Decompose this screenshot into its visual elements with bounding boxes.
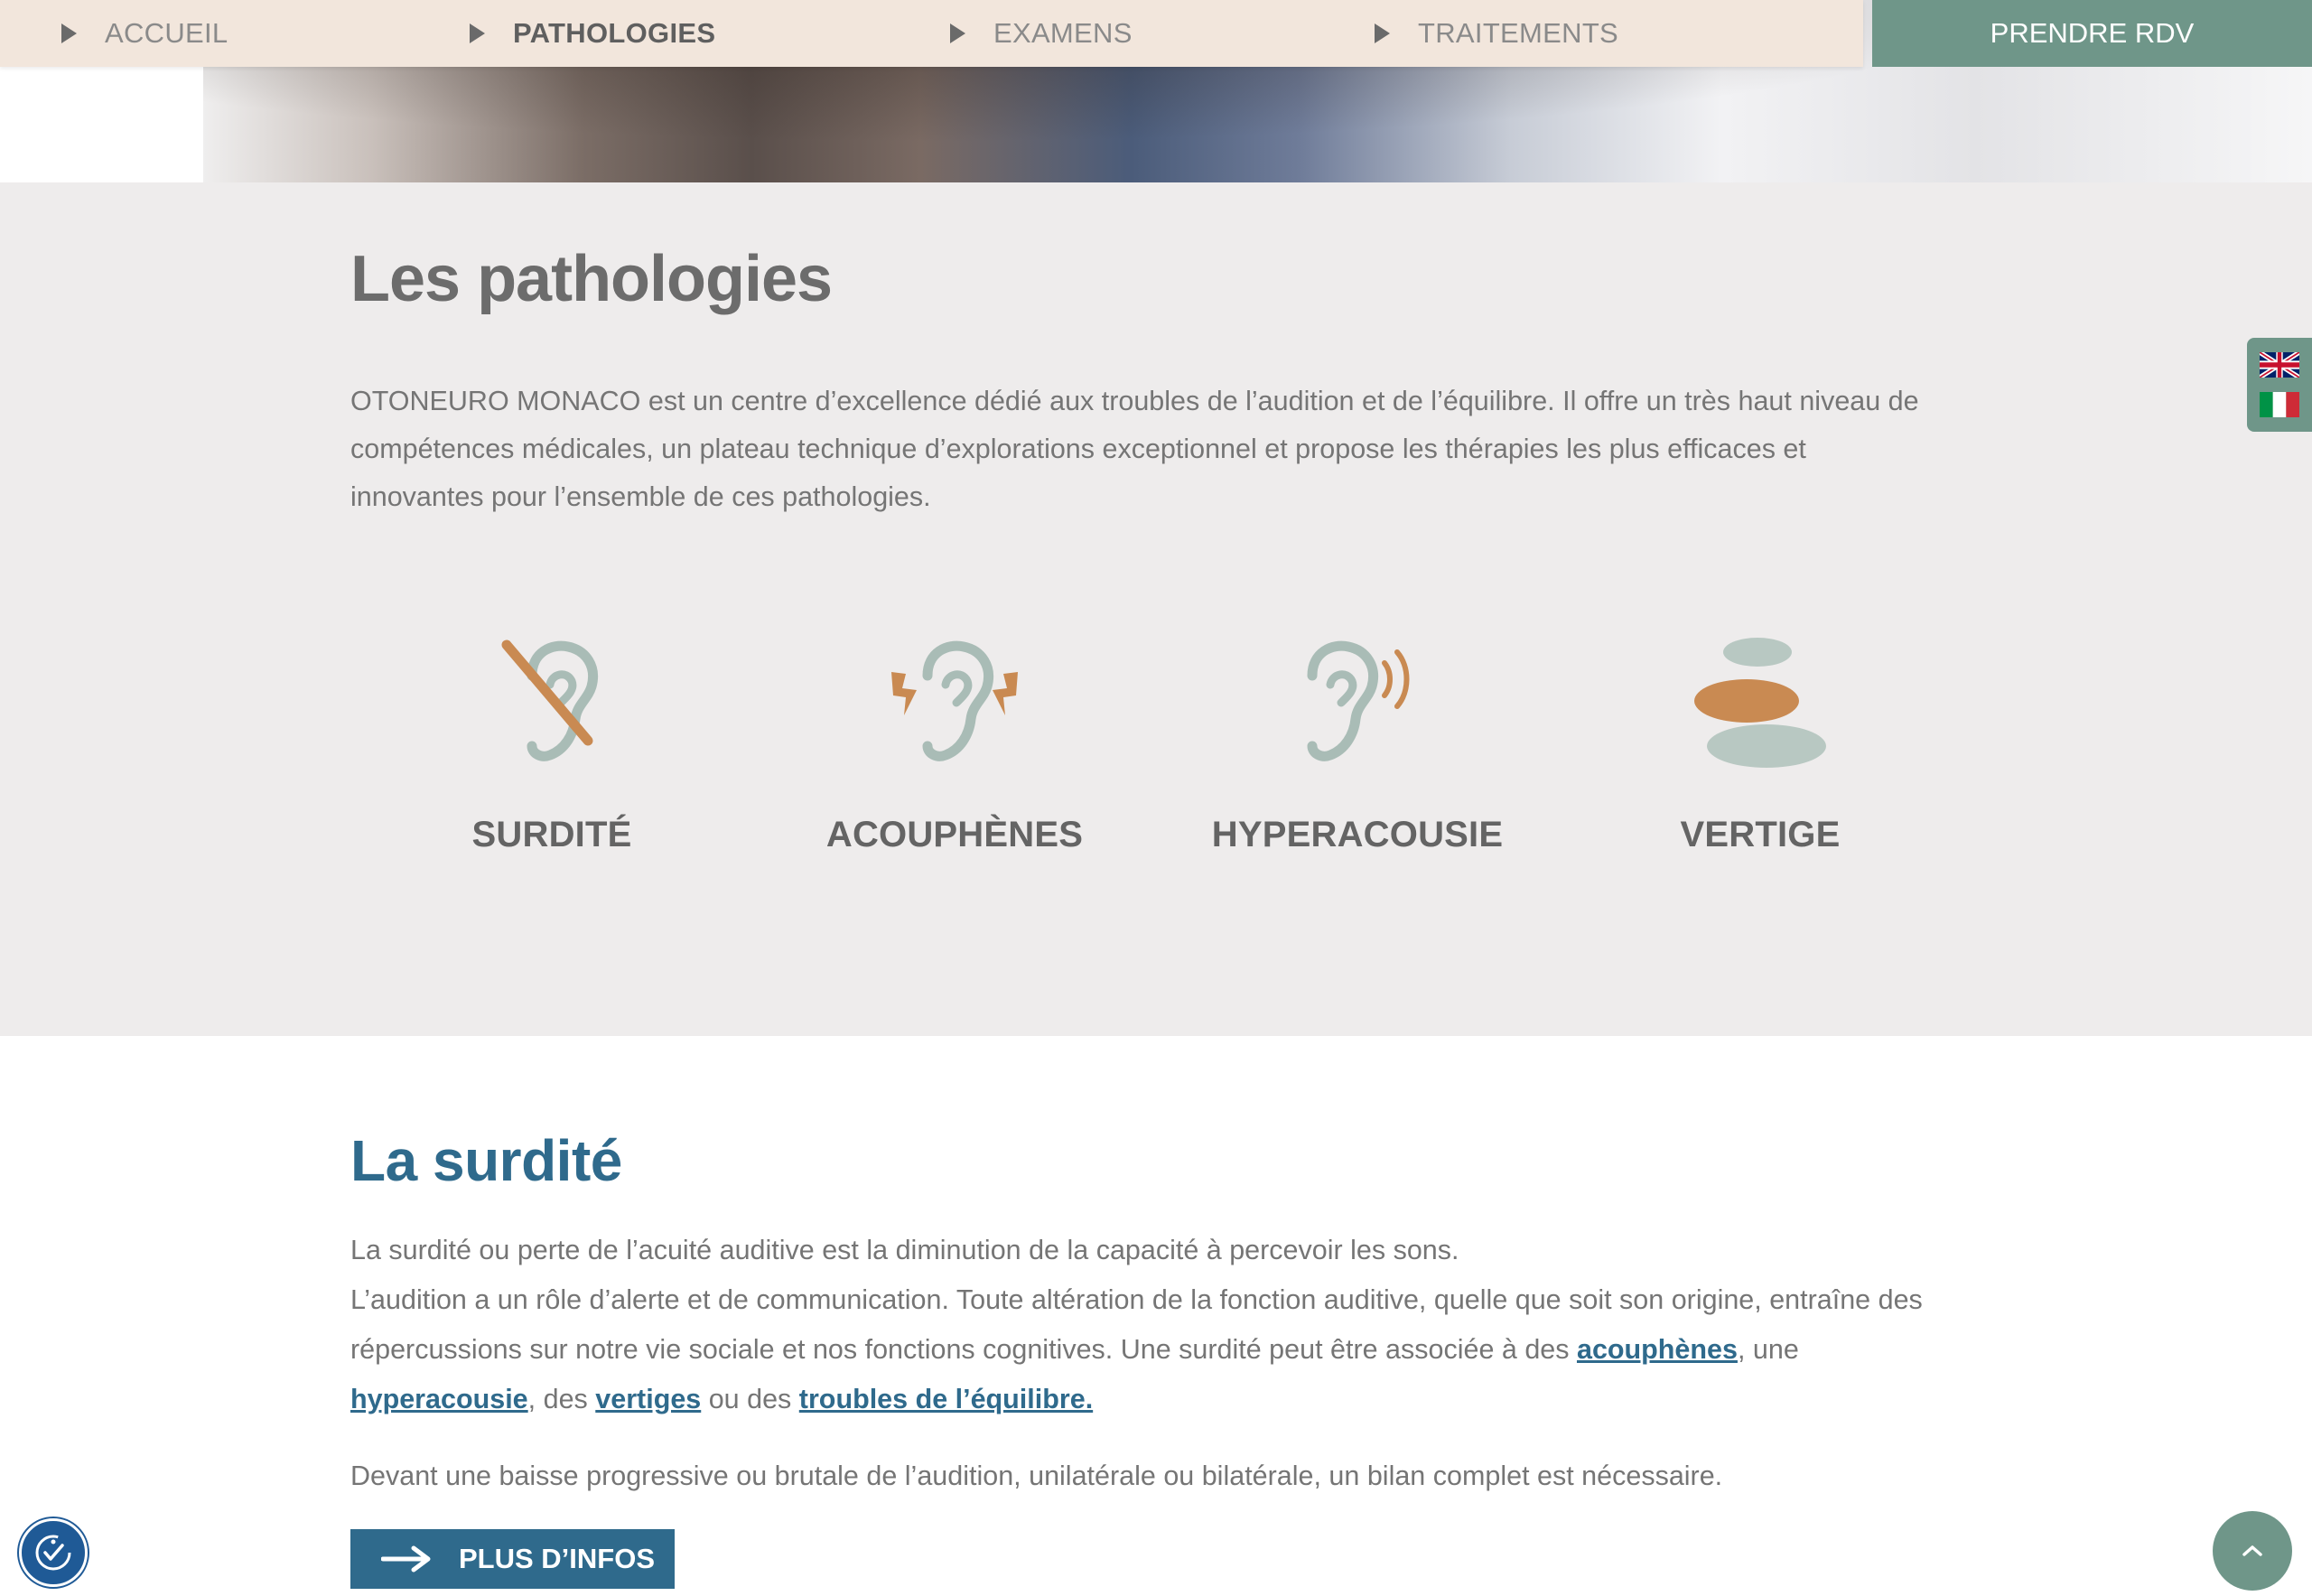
play-triangle-icon <box>61 23 77 43</box>
link-hyperacousie[interactable]: hyperacousie <box>350 1384 528 1414</box>
balanced-stones-icon <box>1694 638 1826 768</box>
uk-flag-icon[interactable] <box>2260 352 2299 378</box>
nav-item-label: EXAMENS <box>993 17 1133 49</box>
nav-item-examens[interactable]: EXAMENS <box>950 0 1133 67</box>
nav-item-traitements[interactable]: TRAITEMENTS <box>1375 0 1618 67</box>
language-switcher <box>2247 338 2312 432</box>
nav-item-label: TRAITEMENTS <box>1418 17 1619 49</box>
pathologies-section <box>0 182 2312 1036</box>
arrow-right-icon <box>381 1545 432 1573</box>
link-vertiges[interactable]: vertiges <box>595 1384 701 1414</box>
nav-item-accueil[interactable]: ACCUEIL <box>61 0 228 67</box>
ear-sound-waves-icon <box>1307 640 1410 761</box>
plus-infos-label: PLUS D’INFOS <box>459 1543 656 1574</box>
pathologies-title: Les pathologies <box>350 243 833 315</box>
play-triangle-icon <box>1375 23 1390 43</box>
card-label: HYPERACOUSIE <box>1211 815 1504 854</box>
card-label: ACOUPHÈNES <box>825 815 1084 854</box>
link-troubles-equilibre[interactable]: troubles de l’équilibre. <box>799 1384 1093 1414</box>
accessibility-icon <box>35 1535 71 1571</box>
italy-flag-icon[interactable] <box>2260 392 2299 417</box>
link-acouphenes[interactable]: acouphènes <box>1577 1334 1738 1365</box>
prendre-rdv-button[interactable]: PRENDRE RDV <box>1872 0 2312 67</box>
card-surdite[interactable]: SURDITÉ <box>398 632 705 855</box>
card-acouphenes[interactable]: ACOUPHÈNES <box>801 632 1108 855</box>
accessibility-button[interactable] <box>19 1518 88 1587</box>
card-hyperacousie[interactable]: HYPERACOUSIE <box>1204 632 1511 855</box>
play-triangle-icon <box>950 23 965 43</box>
surdite-title: La surdité <box>350 1128 622 1193</box>
card-label: VERTIGE <box>1680 815 1841 854</box>
surdite-paragraph-1: La surdité ou perte de l’acuité auditive… <box>350 1235 1459 1265</box>
main-navigation: ACCUEIL PATHOLOGIES EXAMENS TRAITEMENTS <box>0 0 1863 67</box>
crossed-ear-icon <box>501 639 598 761</box>
card-vertige[interactable]: VERTIGE <box>1607 632 1914 855</box>
scroll-to-top-button[interactable] <box>2213 1511 2292 1591</box>
play-triangle-icon <box>470 23 485 43</box>
surdite-paragraph-3: Devant une baisse progressive ou brutale… <box>350 1461 1723 1491</box>
nav-item-label: PATHOLOGIES <box>513 17 716 49</box>
nav-item-pathologies[interactable]: PATHOLOGIES <box>470 0 715 67</box>
surdite-paragraph-2: L’audition a un rôle d’alerte et de comm… <box>350 1284 1923 1414</box>
ear-lightning-icon <box>891 640 1018 761</box>
nav-item-label: ACCUEIL <box>105 17 228 49</box>
chevron-up-icon <box>2242 1545 2262 1556</box>
plus-infos-button[interactable]: PLUS D’INFOS <box>350 1529 675 1589</box>
pathologies-intro: OTONEURO MONACO est un centre d’excellen… <box>350 386 1919 512</box>
card-label: SURDITÉ <box>471 815 632 854</box>
